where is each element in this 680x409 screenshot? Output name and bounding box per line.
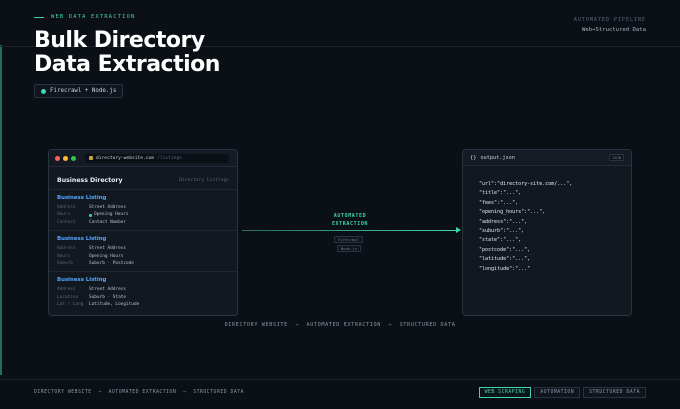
listing-title: Business Listing (57, 236, 107, 243)
json-line: "url":"directory-site.com/...", (479, 181, 573, 187)
listing-title: Business Listing (57, 195, 107, 201)
directory-header: Business Directory Directory Listings (49, 172, 237, 190)
eyebrow: WEB DATA EXTRACTION (34, 14, 135, 20)
field-key: Address (57, 205, 76, 210)
field-value: Opening Hours (89, 211, 128, 218)
listing-title: Business Listing (57, 277, 107, 284)
json-titlebar: {} output.json JSON (463, 150, 631, 166)
eyebrow-text: WEB DATA EXTRACTION (51, 14, 136, 20)
field-value-text: Contact Number (89, 219, 127, 225)
field-value: Street Address (89, 286, 126, 293)
listing-row: Location Suburb · State (57, 294, 229, 301)
title-line-1: Bulk Directory (34, 28, 205, 53)
field-key: Contact (57, 219, 76, 225)
json-output-window: {} output.json JSON "url":"directory-sit… (462, 149, 632, 316)
field-value: Contact Number (89, 219, 126, 226)
field-key: Hours (57, 253, 71, 259)
extraction-label-line-2: EXTRACTION (331, 221, 369, 227)
maximize-traffic-light-icon (71, 155, 76, 161)
listing-row: Address Street Address (57, 286, 229, 293)
json-line: "opening_hours":"...", (479, 209, 546, 216)
nodejs-chip: Node.js (337, 245, 362, 252)
listing-row: Hours Opening Hours (57, 253, 229, 260)
field-value: Latitude, Longitude (89, 301, 139, 308)
url-path: /listings (157, 155, 182, 161)
pipeline-label-sub: Web→Structured Data (582, 27, 646, 33)
field-key: Address (57, 287, 76, 293)
field-value: Street Address (89, 204, 126, 211)
tech-stack-badge: Firecrawl + Node.js (34, 84, 124, 98)
page-title: Bulk Directory Data Extraction (34, 29, 220, 77)
status-dot-icon (41, 88, 46, 94)
field-key: Hours (57, 212, 71, 218)
field-value-text: Street Address (89, 205, 127, 210)
firecrawl-chip: Firecrawl (334, 236, 363, 243)
json-line: "state":"...", (479, 237, 522, 244)
listing-card: Business Listing Address Street Address L… (49, 272, 237, 312)
json-line: "latitude":"...", (479, 256, 531, 263)
listing-row: Address Street Address (57, 204, 229, 211)
address-bar: directory-website.com /listings (85, 153, 229, 163)
field-key: Lat / Long (57, 302, 84, 308)
listing-row: Address Street Address (57, 245, 229, 252)
eyebrow-dash (34, 16, 44, 18)
field-value-text: Suburb · State (89, 294, 127, 300)
pipeline-label: AUTOMATED PIPELINE Web→Structured Data (574, 17, 646, 33)
tag-automation[interactable]: AUTOMATION (534, 387, 581, 398)
field-value: Suburb · State (89, 294, 126, 301)
json-line: "postcode":"...", (479, 246, 531, 253)
json-line: "address":"...", (479, 218, 528, 225)
open-indicator-icon (89, 213, 92, 217)
footer-caption: DIRECTORY WEBSITE → AUTOMATED EXTRACTION… (34, 390, 245, 395)
field-value: Opening Hours (89, 253, 123, 260)
footer-tags: WEB SCRAPING AUTOMATION STRUCTURED DATA (478, 387, 646, 398)
flow-caption: DIRECTORY WEBSITE → AUTOMATED EXTRACTION… (224, 322, 456, 328)
flow-arrow-line (242, 230, 460, 231)
tag-structured-data[interactable]: STRUCTURED DATA (583, 387, 646, 398)
page: WEB DATA EXTRACTION Bulk Directory Data … (0, 0, 680, 409)
field-key: Address (57, 246, 76, 252)
listing-card: Business Listing Address Street Address H… (49, 190, 237, 232)
footer-divider (0, 379, 680, 380)
json-line: "suburb":"...", (479, 228, 525, 235)
field-value-text: Suburb · Postcode (89, 261, 134, 267)
extraction-label: AUTOMATED EXTRACTION (310, 212, 390, 228)
title-line-2: Data Extraction (34, 52, 220, 77)
listing-row: Contact Contact Number (57, 219, 229, 226)
field-key: Location (57, 294, 79, 300)
braces-icon: {} (470, 154, 477, 161)
listing-card: Business Listing Address Street Address H… (49, 231, 237, 273)
field-value: Street Address (89, 245, 126, 252)
json-line: "title":"...", (479, 190, 522, 197)
extraction-label-line-1: AUTOMATED (333, 213, 367, 219)
listing-row: Suburb Suburb · Postcode (57, 260, 229, 267)
listing-row: Hours Opening Hours (57, 211, 229, 218)
json-line: "fees":"...", (479, 199, 519, 206)
arrow-right-icon (456, 227, 461, 233)
json-filename-text: output.json (480, 154, 515, 161)
json-filename: {} output.json (470, 155, 515, 161)
json-line: "longitude":"..." (479, 265, 531, 272)
listing-row: Lat / Long Latitude, Longitude (57, 301, 229, 308)
field-value-text: Street Address (89, 287, 127, 293)
directory-heading: Business Directory (57, 177, 123, 184)
url-host: directory-website.com (96, 155, 155, 161)
tag-web-scraping[interactable]: WEB SCRAPING (478, 387, 532, 398)
field-value-text: Street Address (89, 246, 127, 252)
browser-titlebar: directory-website.com /listings (49, 150, 237, 167)
pipeline-label-title: AUTOMATED PIPELINE (573, 17, 646, 23)
field-value-text: Opening Hours (89, 253, 124, 259)
field-value: Suburb · Postcode (89, 260, 134, 267)
browser-window: directory-website.com /listings Business… (48, 149, 238, 316)
close-traffic-light-icon (55, 155, 60, 161)
json-format-tag: JSON (608, 154, 624, 161)
minimize-traffic-light-icon (63, 155, 68, 161)
lock-icon (89, 156, 93, 160)
json-content: "url":"directory-site.com/...", "title":… (463, 166, 631, 274)
field-key: Suburb (57, 261, 73, 267)
field-value-text: Latitude, Longitude (89, 302, 140, 308)
field-value-text: Opening Hours (94, 212, 129, 218)
tech-stack-text: Firecrawl + Node.js (50, 88, 117, 94)
directory-subheading: Directory Listings (179, 178, 229, 183)
